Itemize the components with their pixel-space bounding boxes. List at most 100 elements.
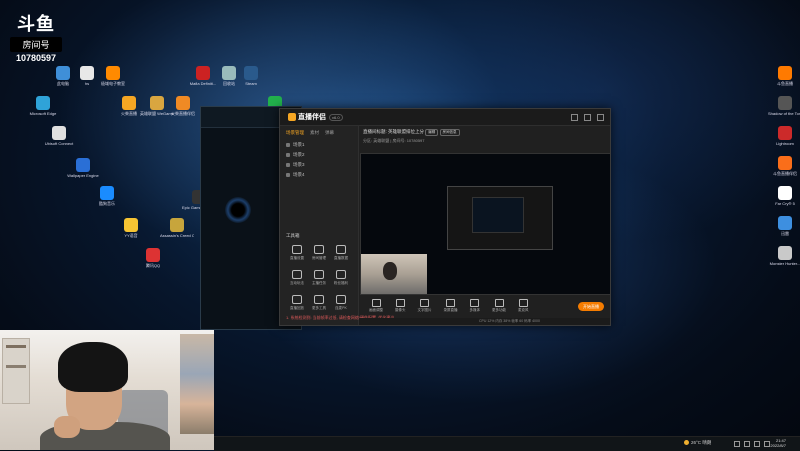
control-label: 麦克风: [518, 308, 529, 312]
chevron-up-icon[interactable]: [734, 441, 740, 447]
right-desktop-icon[interactable]: 迅雷: [768, 216, 800, 236]
go-live-button[interactable]: 开始直播: [578, 302, 604, 311]
tool-icon: [314, 245, 324, 254]
camera-overlay[interactable]: [361, 254, 427, 294]
maximize-icon[interactable]: [584, 113, 591, 121]
desktop-icon-label: 腾讯QQ: [145, 263, 161, 268]
tool-button[interactable]: 直播回放: [286, 295, 308, 311]
tool-button[interactable]: 直播数据: [330, 245, 352, 261]
app-icon: [146, 248, 160, 262]
app-icon: [52, 126, 66, 140]
left-desktop-icon[interactable]: YY语音: [114, 218, 148, 238]
eye-icon[interactable]: [286, 143, 290, 147]
tab-materials[interactable]: 素材: [310, 130, 319, 136]
left-desktop-icon[interactable]: 腾讯QQ: [136, 248, 170, 268]
left-desktop-icon[interactable]: Microsoft Edge: [26, 96, 60, 116]
app-icon: [778, 66, 792, 80]
right-desktop-icon[interactable]: Lightroom: [768, 126, 800, 146]
eye-icon[interactable]: [286, 173, 290, 177]
tool-button[interactable]: 房间管理: [308, 245, 330, 261]
scene-item[interactable]: 场景4: [280, 170, 358, 180]
left-desktop-icon[interactable]: Wallpaper Engine: [66, 158, 100, 178]
tab-scenes[interactable]: 场景管理: [286, 130, 304, 136]
tool-button[interactable]: 连麦PK: [330, 295, 352, 311]
tool-button[interactable]: 互动玩法: [286, 270, 308, 286]
left-desktop-icon[interactable]: 酷狗音乐: [90, 186, 124, 206]
scene-item[interactable]: 场景3: [280, 160, 358, 170]
tool-label: 直播设置: [290, 256, 304, 260]
right-desktop-icon[interactable]: 斗鱼直播: [768, 66, 800, 86]
streamer-app-window[interactable]: 直播伴侣 v6.0 场景管理 素材 弹幕 场景1 场景2 场景3 场景4 工具箱…: [279, 108, 611, 326]
control-icon: [395, 299, 405, 307]
control-icon: [420, 299, 429, 307]
app-icon: [778, 156, 792, 170]
control-label: 摄像头: [395, 308, 406, 312]
control-label: 文字图片: [417, 308, 432, 312]
volume-icon[interactable]: [754, 441, 760, 447]
camera-face: [383, 262, 397, 280]
eye-icon[interactable]: [286, 153, 290, 157]
left-desktop-icon[interactable]: Steam: [234, 66, 268, 86]
control-button[interactable]: 麦克风: [518, 299, 529, 313]
stream-preview[interactable]: [360, 153, 610, 295]
tool-icon: [336, 245, 346, 254]
control-button[interactable]: 画面调整: [369, 299, 383, 313]
app-icon: [170, 218, 184, 232]
desktop-icon-label: 斗鱼直播: [777, 81, 793, 86]
left-desktop-icon[interactable]: 极域电子教室: [96, 66, 130, 86]
taskbar-clock[interactable]: 21:47 2022/8/7: [770, 438, 786, 448]
system-tray: [734, 441, 770, 447]
minimize-icon[interactable]: [571, 113, 578, 121]
ime-icon[interactable]: [764, 441, 770, 447]
tool-button[interactable]: 直播设置: [286, 245, 308, 261]
scene-item[interactable]: 场景1: [280, 140, 358, 150]
room-info-button[interactable]: 房间信息: [439, 129, 460, 136]
left-desktop-icon[interactable]: 火柴直播伴侣: [166, 96, 200, 116]
scene-item[interactable]: 场景2: [280, 150, 358, 160]
tool-button[interactable]: 粉丝福利: [330, 270, 352, 286]
control-icon: [371, 299, 381, 307]
tool-label: 粉丝福利: [334, 281, 348, 285]
tool-icon: [292, 295, 302, 304]
close-icon[interactable]: [597, 113, 604, 121]
desktop-icon-label: 酷狗音乐: [99, 201, 115, 206]
tool-label: 互动玩法: [290, 281, 304, 285]
control-bar: 画面调整 摄像头 文字图片 录屏直播 多媒体 更多功能 麦克风: [359, 295, 610, 317]
tool-label: 房间管理: [312, 256, 326, 260]
desktop-icon-label: 火柴直播伴侣: [171, 111, 195, 116]
app-icon: [244, 66, 258, 80]
date: 2022/8/7: [770, 443, 786, 448]
left-desktop-icon[interactable]: Ubisoft Connect: [42, 126, 76, 146]
scene-label: 场景3: [293, 162, 305, 167]
desktop-icon-label: Ubisoft Connect: [44, 141, 74, 146]
desktop-icon-label: 极域电子教室: [101, 81, 125, 86]
control-button[interactable]: 更多功能: [492, 299, 506, 313]
tool-button[interactable]: 更多工具: [308, 295, 330, 311]
right-desktop-icon[interactable]: Far Cry® 5: [768, 186, 800, 206]
tool-label: 直播数据: [334, 256, 348, 260]
window-controls: [571, 113, 604, 121]
edit-button[interactable]: 编辑: [425, 129, 439, 136]
app-titlebar[interactable]: 直播伴侣 v6.0: [280, 109, 610, 126]
tool-label: 主播任务: [312, 281, 326, 285]
right-desktop-icon[interactable]: 斗鱼直播伴侣: [768, 156, 800, 176]
control-button[interactable]: 录屏直播: [444, 299, 458, 313]
app-icon: [106, 66, 120, 80]
tab-danmaku[interactable]: 弹幕: [325, 130, 334, 136]
desktop-icon-label: Wallpaper Engine: [67, 173, 99, 178]
control-button[interactable]: 多媒体: [470, 299, 480, 313]
app-icon: [778, 96, 792, 110]
control-label: 录屏直播: [443, 308, 458, 312]
left-desktop-icon[interactable]: Assassin's Creed O...: [160, 218, 194, 238]
app-icon: [196, 66, 210, 80]
control-button[interactable]: 文字图片: [418, 299, 432, 313]
app-logo-icon: [288, 113, 296, 122]
network-icon[interactable]: [744, 441, 750, 447]
tool-button[interactable]: 主播任务: [308, 270, 330, 286]
right-desktop-icon[interactable]: Monster Hunter...: [768, 246, 800, 266]
webcam-feed: [0, 330, 214, 450]
control-button[interactable]: 摄像头: [395, 299, 406, 313]
eye-icon[interactable]: [286, 163, 290, 167]
weather-widget[interactable]: 26°C 晴朗: [684, 440, 711, 446]
right-desktop-icon[interactable]: Shadow of the Tom...: [768, 96, 800, 116]
